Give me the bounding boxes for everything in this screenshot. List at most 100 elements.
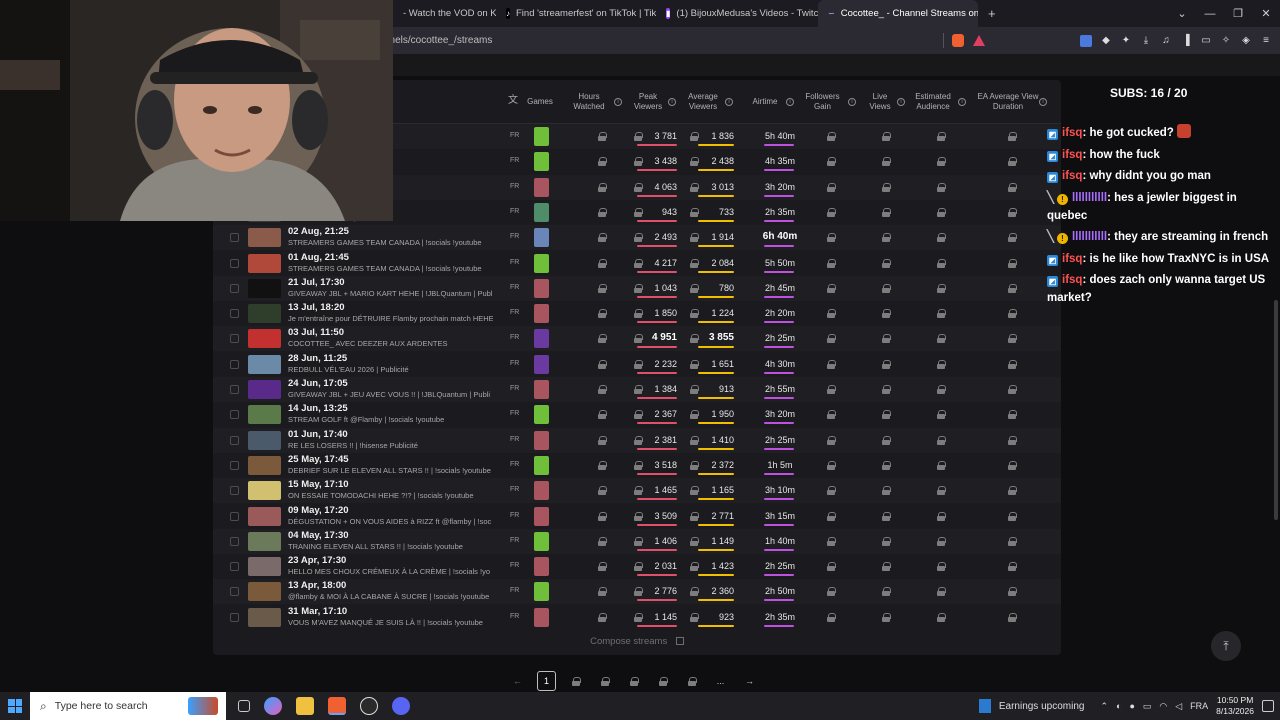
stream-title[interactable]: Je m'entraîne pour DÉTRUIRE Flamby proch… — [288, 314, 493, 323]
tab-list-icon[interactable]: ⌄ — [1168, 7, 1196, 20]
stream-thumbnail[interactable] — [248, 278, 281, 298]
header-hours-watched[interactable]: Hours Watched — [568, 92, 610, 112]
stream-title[interactable]: HELLO MES CHOUX CRÉMEUX À LA CRÈME | !so… — [288, 567, 493, 576]
stream-thumbnail[interactable] — [248, 253, 281, 273]
table-row[interactable]: 04 May, 17:30 TRANING ELEVEN ALL STARS !!… — [213, 528, 1061, 554]
stream-date[interactable]: 24 Jun, 17:05 — [288, 378, 348, 389]
table-row[interactable]: 09 May, 17:20 DÉGUSTATION + ON VOUS AIDES… — [213, 504, 1061, 529]
stream-thumbnail[interactable] — [248, 430, 281, 450]
info-icon[interactable]: i — [844, 97, 856, 107]
weather-label[interactable]: Earnings upcoming — [999, 701, 1085, 712]
taskbar-search[interactable]: ⌕ Type here to search — [30, 692, 226, 720]
clock[interactable]: 10:50 PM 8/13/2026 — [1216, 695, 1254, 717]
obs-icon[interactable] — [360, 697, 378, 715]
stream-title[interactable]: RE LES LOSERS !! | !hisense Publicité — [288, 441, 493, 450]
stream-title[interactable]: COCOTTEE_ AVEC DEEZER AUX ARDENTES — [288, 339, 493, 348]
stream-date[interactable]: 09 May, 17:20 — [288, 505, 349, 516]
row-checkbox[interactable] — [230, 309, 239, 319]
extension-diamond-icon[interactable]: ◆ — [1100, 35, 1112, 47]
stream-date[interactable]: 15 May, 17:10 — [288, 479, 349, 490]
stream-thumbnail[interactable] — [248, 228, 281, 248]
game-cover[interactable] — [534, 253, 549, 273]
stream-date[interactable]: 23 Apr, 17:30 — [288, 555, 346, 566]
table-row[interactable]: 28 Jun, 11:25 REDBULL VÉL'EAU 2026 | Publ… — [213, 352, 1061, 377]
stream-title[interactable]: DEBRIEF SUR LE ELEVEN ALL STARS !! | !so… — [288, 466, 493, 475]
header-live-views[interactable]: Live Views — [863, 92, 897, 112]
puzzle-icon[interactable]: ✦ — [1120, 35, 1132, 47]
stream-title[interactable]: GIVEAWAY JBL + JEU AVEC VOUS !! | !JBLQu… — [288, 390, 493, 399]
stream-date[interactable]: 28 Jun, 11:25 — [288, 353, 347, 364]
stream-date[interactable]: 03 Jul, 11:50 — [288, 327, 344, 338]
game-cover[interactable] — [534, 405, 549, 425]
page-locked-button[interactable] — [595, 671, 614, 691]
stream-thumbnail[interactable] — [248, 531, 281, 551]
stream-title[interactable]: VOUS M'AVEZ MANQUÉ JE SUIS LÀ !! | !soci… — [288, 618, 493, 627]
row-checkbox[interactable] — [230, 359, 239, 369]
stream-title[interactable]: ON ESSAIE TOMODACHI HEHE ?!? | !socials … — [288, 491, 493, 500]
stream-thumbnail[interactable] — [248, 405, 281, 425]
brave-shield-icon[interactable] — [952, 34, 964, 47]
stream-thumbnail[interactable] — [248, 304, 281, 324]
brave-rewards-icon[interactable] — [973, 35, 985, 46]
row-checkbox[interactable] — [230, 435, 239, 445]
row-checkbox[interactable] — [230, 562, 239, 572]
chat-username[interactable]: lllllllllll — [1072, 192, 1107, 204]
table-row[interactable]: 01 Jun, 17:40 RE LES LOSERS !! | !hisense… — [213, 427, 1061, 453]
table-row[interactable]: 13 Jul, 18:20 Je m'entraîne pour DÉTRUIRE… — [213, 301, 1061, 326]
scrollbar-thumb[interactable] — [1274, 300, 1278, 520]
page-locked-button[interactable] — [566, 671, 585, 691]
compose-streams-button[interactable]: Compose streams — [213, 636, 1061, 647]
stream-title[interactable]: STREAMERS GAMES TEAM CANADA | !socials !… — [288, 238, 493, 247]
stream-date[interactable]: 02 Aug, 21:25 — [288, 226, 349, 237]
translate-icon[interactable] — [1080, 34, 1092, 47]
table-row[interactable]: 21 Jul, 17:30 GIVEAWAY JBL + MARIO KART H… — [213, 275, 1061, 301]
table-row[interactable]: 23 Apr, 17:30 HELLO MES CHOUX CRÉMEUX À L… — [213, 554, 1061, 579]
info-icon[interactable]: i — [954, 97, 966, 107]
table-row[interactable]: 03 Jul, 11:50 COCOTTEE_ AVEC DEEZER AUX A… — [213, 326, 1061, 352]
stream-title[interactable]: @flamby & MOI À LA CABANE À SUCRE | !soc… — [288, 592, 493, 601]
row-checkbox[interactable] — [230, 334, 239, 344]
stream-date[interactable]: 01 Jun, 17:40 — [288, 429, 348, 440]
chat-username[interactable]: lllllllllll — [1072, 231, 1107, 243]
notification-icon[interactable] — [1262, 700, 1274, 712]
header-followers-gain[interactable]: Followers Gain — [800, 92, 845, 112]
game-cover[interactable] — [534, 152, 549, 172]
tab-tiktok[interactable]: ♪ Find 'streamerfest' on TikTok | TikTok — [496, 0, 656, 27]
stream-title[interactable]: STREAM GOLF ft @Flamby | !socials !youtu… — [288, 415, 493, 424]
translate-column-icon[interactable]: 文 — [508, 96, 518, 106]
stream-thumbnail[interactable] — [248, 557, 281, 577]
header-peak-viewers[interactable]: Peak Viewers — [628, 92, 668, 112]
header-average-viewers[interactable]: Average Viewers — [681, 92, 725, 112]
stream-date[interactable]: 01 Aug, 21:45 — [288, 252, 349, 263]
table-row[interactable]: 24 Jun, 17:05 GIVEAWAY JBL + JEU AVEC VOU… — [213, 377, 1061, 402]
row-checkbox[interactable] — [230, 511, 239, 521]
discord-icon[interactable] — [392, 697, 410, 715]
info-icon[interactable]: i — [1035, 97, 1047, 107]
page-1-button[interactable]: 1 — [537, 671, 556, 691]
row-checkbox[interactable] — [230, 460, 239, 470]
start-button[interactable] — [0, 692, 30, 720]
ai-icon[interactable]: ✧ — [1220, 35, 1232, 47]
info-icon[interactable]: i — [893, 97, 905, 107]
header-games[interactable]: Games — [523, 97, 557, 107]
chat-username[interactable]: ifsq — [1062, 274, 1082, 286]
game-cover[interactable] — [534, 228, 549, 248]
task-view-icon[interactable] — [238, 700, 250, 712]
stream-date[interactable]: 04 May, 17:30 — [288, 530, 349, 541]
chat-username[interactable]: ifsq — [1062, 149, 1082, 161]
game-cover[interactable] — [534, 202, 549, 222]
stream-title[interactable]: STREAMERS GAMES TEAM CANADA | !socials !… — [288, 264, 493, 273]
stream-thumbnail[interactable] — [248, 582, 281, 602]
page-locked-button[interactable] — [624, 671, 643, 691]
game-cover[interactable] — [534, 506, 549, 526]
game-cover[interactable] — [534, 531, 549, 551]
table-row[interactable]: 31 Mar, 17:10 VOUS M'AVEZ MANQUÉ JE SUIS … — [213, 605, 1061, 630]
header-ea-average-view-duration[interactable]: EA Average View Duration — [973, 92, 1043, 112]
tab-cocottee[interactable]: ∽ Cocottee_ - Channel Streams on ✕ — [818, 0, 978, 27]
game-cover[interactable] — [534, 278, 549, 298]
music-icon[interactable]: ♫ — [1160, 35, 1172, 47]
table-row[interactable]: 14 Jun, 13:25 STREAM GOLF ft @Flamby | !s… — [213, 402, 1061, 427]
game-cover[interactable] — [534, 557, 549, 577]
game-cover[interactable] — [534, 177, 549, 197]
brave-browser-icon[interactable] — [328, 697, 346, 715]
